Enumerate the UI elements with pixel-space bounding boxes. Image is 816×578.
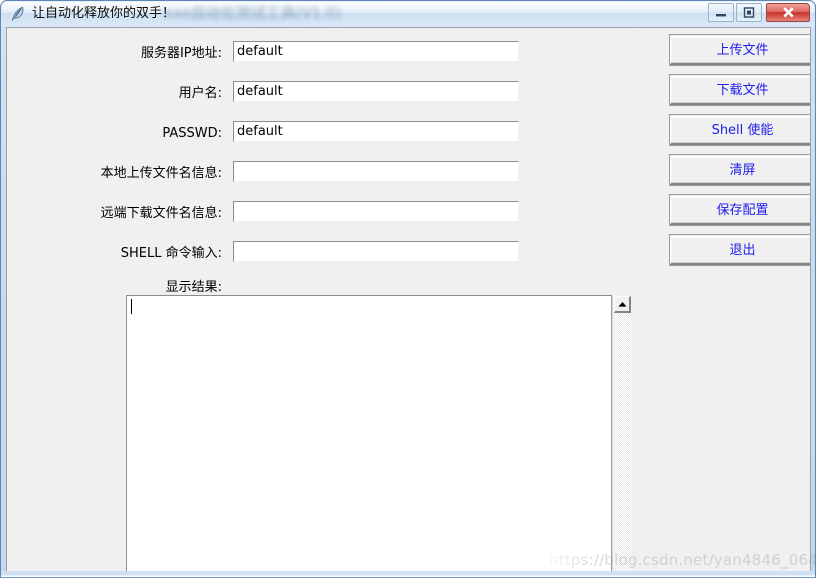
maximize-button[interactable]	[736, 3, 762, 22]
title-ghost-text: xxo自动化测试工具(V1.0)	[164, 4, 342, 22]
label-result: 显示结果:	[165, 280, 222, 295]
client-area: 服务器IP地址: 用户名: PASSWD: 本地上传文件名信息: 远端下载文件名…	[6, 27, 811, 578]
label-shell-command: SHELL 命令输入:	[120, 246, 222, 261]
label-local-upload-file: 本地上传文件名信息:	[100, 166, 222, 181]
close-icon	[782, 7, 794, 18]
upload-file-button[interactable]: 上传文件	[670, 36, 810, 65]
result-panel	[126, 295, 631, 578]
username-input[interactable]	[233, 81, 519, 102]
result-textarea[interactable]	[126, 295, 612, 578]
scroll-up-arrow-icon	[618, 302, 626, 307]
scroll-up-button[interactable]	[614, 296, 631, 313]
window-bottom-edge	[1, 571, 815, 578]
local-upload-file-input[interactable]	[233, 161, 519, 182]
shell-enable-button[interactable]: Shell 使能	[670, 116, 810, 145]
shell-command-input[interactable]	[233, 241, 519, 262]
text-caret	[131, 299, 132, 314]
exit-button[interactable]: 退出	[670, 236, 810, 265]
remote-download-file-input[interactable]	[233, 201, 519, 222]
server-ip-input[interactable]	[233, 41, 519, 62]
feather-icon	[10, 5, 27, 22]
close-button[interactable]	[766, 3, 810, 22]
result-scrollbar[interactable]	[612, 295, 631, 578]
minimize-button[interactable]	[708, 3, 734, 22]
label-passwd: PASSWD:	[162, 126, 222, 141]
minimize-icon	[716, 14, 726, 17]
clear-screen-button[interactable]: 清屏	[670, 156, 810, 185]
label-server-ip: 服务器IP地址:	[140, 46, 222, 61]
passwd-input[interactable]	[233, 121, 519, 142]
window-title: 让自动化释放你的双手！	[32, 6, 176, 21]
save-config-button[interactable]: 保存配置	[670, 196, 810, 225]
restore-icon	[743, 7, 755, 18]
download-file-button[interactable]: 下载文件	[670, 76, 810, 105]
application-window: xxo自动化测试工具(V1.0) 让自动化释放你的双手！ 服务器IP地址: 用户…	[0, 0, 816, 578]
title-bar[interactable]: xxo自动化测试工具(V1.0) 让自动化释放你的双手！	[1, 1, 815, 27]
label-remote-download-file: 远端下载文件名信息:	[100, 206, 222, 221]
label-username: 用户名:	[178, 86, 222, 101]
